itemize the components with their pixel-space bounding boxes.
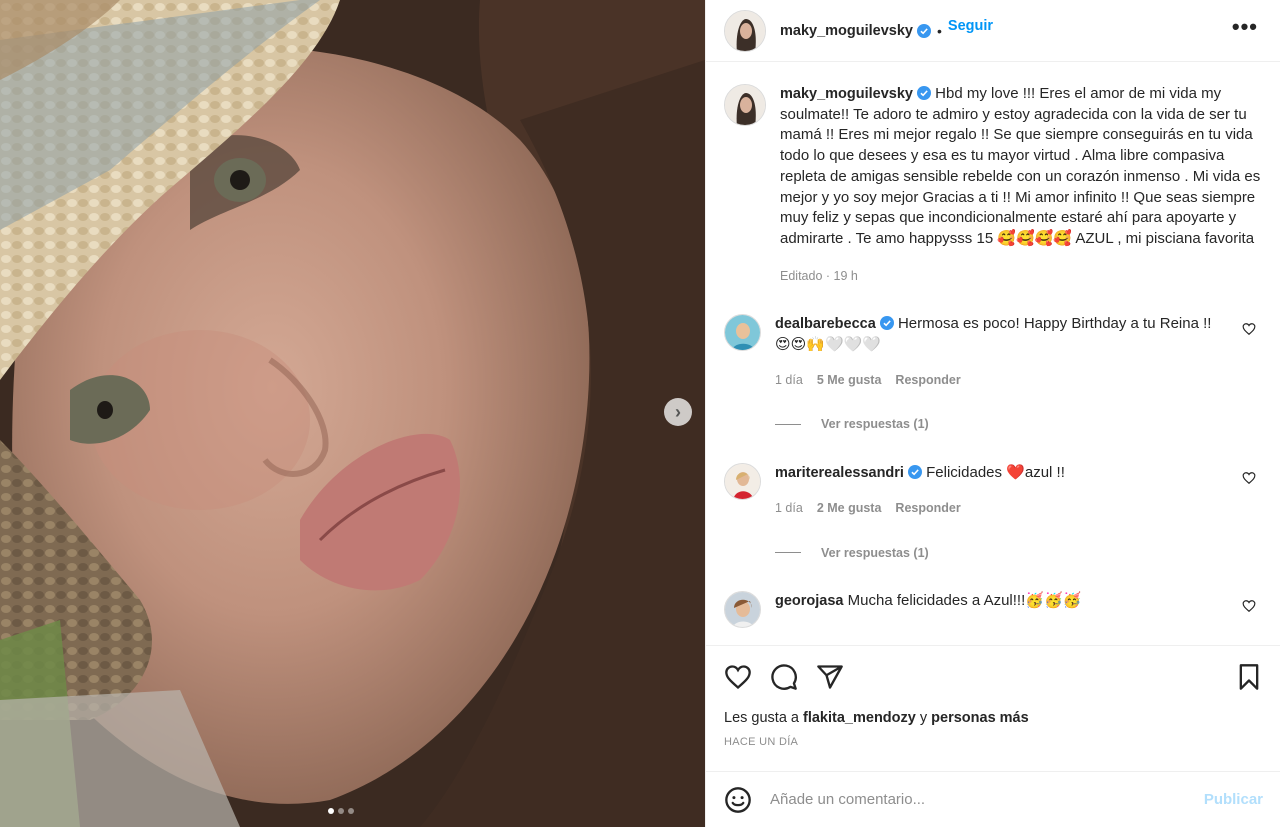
comment-body: dealbarebecca Hermosa es poco! Happy Bir…: [775, 314, 1220, 435]
comment-meta: 1 día 5 Me gusta Responder: [775, 370, 1220, 391]
follow-button[interactable]: Seguir: [948, 18, 993, 34]
comment-text: Felicidades ❤️azul !!: [926, 464, 1065, 482]
commenter-avatar[interactable]: [724, 314, 761, 352]
comment-icon[interactable]: [770, 663, 798, 691]
view-replies-label: Ver respuestas (1): [821, 417, 929, 432]
reply-button[interactable]: Responder: [895, 498, 960, 519]
carousel-indicator: [328, 808, 354, 814]
caption-text: Hbd my love !!! Eres el amor de mi vida …: [780, 85, 1261, 247]
comment-item: mariterealessandri Felicidades ❤️azul !!…: [724, 463, 1264, 563]
instagram-post: › maky_moguilevsky • Seguir ••• maky_mog…: [0, 0, 1280, 827]
post-photo[interactable]: ›: [0, 0, 705, 827]
comment-item: georojasa Mucha felicidades a Azul!!!🥳🥳🥳: [724, 591, 1264, 629]
post-header: maky_moguilevsky • Seguir •••: [706, 0, 1280, 62]
commenter-avatar[interactable]: [724, 591, 761, 629]
author-name-row: maky_moguilevsky • Seguir: [780, 18, 993, 39]
comment-input[interactable]: [770, 791, 1204, 808]
post-actions: Les gusta a flakita_mendozy y personas m…: [706, 645, 1280, 770]
carousel-dot: [348, 808, 354, 814]
commenter-username[interactable]: georojasa: [775, 593, 844, 609]
post-side-panel: maky_moguilevsky • Seguir ••• maky_mogui…: [705, 0, 1280, 827]
view-replies-button[interactable]: Ver respuestas (1): [775, 414, 1220, 435]
verified-badge-icon: [917, 86, 931, 100]
carousel-dot: [328, 808, 334, 814]
comment-item: dealbarebecca Hermosa es poco! Happy Bir…: [724, 314, 1264, 435]
caption-body: maky_moguilevsky Hbd my love !!! Eres el…: [780, 84, 1264, 286]
comment-like-heart-icon[interactable]: [1242, 599, 1256, 613]
more-options-icon[interactable]: •••: [1232, 14, 1258, 40]
caption-meta: Editado · 19 h: [780, 268, 858, 283]
likes-summary: Les gusta a flakita_mendozy y personas m…: [724, 710, 1263, 726]
comment-text: Mucha felicidades a Azul!!!🥳🥳🥳: [847, 592, 1082, 610]
comments-list[interactable]: maky_moguilevsky Hbd my love !!! Eres el…: [706, 62, 1280, 644]
action-icons: [724, 662, 1263, 692]
author-username[interactable]: maky_moguilevsky: [780, 23, 913, 39]
commenter-avatar[interactable]: [724, 463, 761, 501]
comment-time: 1 día: [775, 372, 803, 387]
verified-badge-icon: [907, 465, 922, 480]
caption-username[interactable]: maky_moguilevsky: [780, 86, 913, 102]
author-avatar[interactable]: [724, 9, 766, 52]
emoji-icon[interactable]: [724, 786, 752, 814]
selfie-photo: [0, 0, 705, 827]
bookmark-icon[interactable]: [1235, 663, 1263, 691]
comment-like-heart-icon[interactable]: [1242, 471, 1256, 485]
view-replies-label: Ver respuestas (1): [821, 545, 929, 560]
separator-bullet: •: [937, 22, 942, 39]
author-avatar[interactable]: [724, 84, 766, 126]
add-comment-bar: Publicar: [706, 771, 1280, 827]
commenter-username[interactable]: dealbarebecca: [775, 316, 876, 332]
view-replies-button[interactable]: Ver respuestas (1): [775, 543, 1220, 564]
comment-time: 1 día: [775, 500, 803, 515]
likes-others-link[interactable]: personas más: [931, 710, 1029, 726]
carousel-next-button[interactable]: ›: [664, 398, 692, 426]
chevron-right-icon: ›: [675, 401, 681, 422]
verified-badge-icon: [879, 316, 894, 331]
comment-meta: 1 día 2 Me gusta Responder: [775, 498, 1220, 519]
share-icon[interactable]: [816, 663, 844, 691]
publish-button[interactable]: Publicar: [1204, 791, 1263, 808]
replies-divider: [775, 424, 801, 426]
comment-like-heart-icon[interactable]: [1242, 322, 1256, 336]
post-timestamp[interactable]: HACE UN DÍA: [724, 736, 1263, 748]
commenter-username[interactable]: mariterealessandri: [775, 465, 904, 481]
reply-button[interactable]: Responder: [895, 370, 960, 391]
comment-body: georojasa Mucha felicidades a Azul!!!🥳🥳🥳: [775, 591, 1220, 628]
comment-body: mariterealessandri Felicidades ❤️azul !!…: [775, 463, 1220, 563]
comment-likes[interactable]: 5 Me gusta: [817, 370, 882, 391]
post-caption: maky_moguilevsky Hbd my love !!! Eres el…: [724, 84, 1264, 286]
liker-username[interactable]: flakita_mendozy: [803, 710, 916, 726]
likes-joiner: y: [919, 710, 928, 726]
replies-divider: [775, 552, 801, 554]
comment-likes[interactable]: 2 Me gusta: [817, 498, 882, 519]
heart-icon[interactable]: [724, 663, 752, 691]
carousel-dot: [338, 808, 344, 814]
verified-badge-icon: [917, 23, 931, 38]
likes-prefix: Les gusta a: [724, 710, 799, 726]
